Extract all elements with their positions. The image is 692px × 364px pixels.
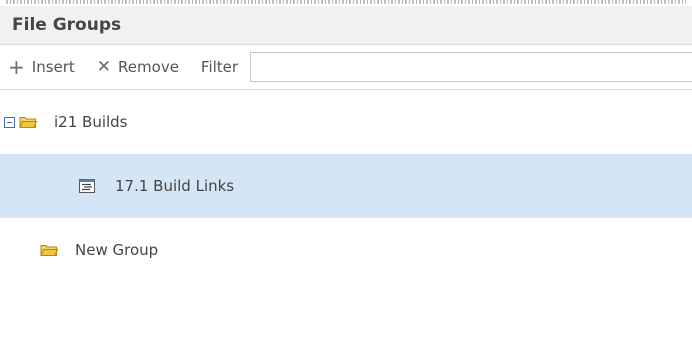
panel-title: File Groups — [0, 6, 692, 45]
insert-button[interactable]: + Insert — [8, 57, 75, 77]
tree-item-i21-builds[interactable]: i21 Builds — [0, 90, 692, 154]
file-groups-panel: File Groups + Insert ✕ Remove Filter i21… — [0, 6, 692, 364]
panel-title-text: File Groups — [12, 15, 122, 35]
tree-item-17-1-build-links[interactable]: 17.1 Build Links — [0, 154, 692, 218]
insert-label: Insert — [31, 58, 75, 76]
toolbar: + Insert ✕ Remove Filter — [0, 45, 692, 90]
filter-label: Filter — [200, 58, 239, 76]
tree-item-new-group[interactable]: New Group — [0, 218, 692, 282]
folder-open-icon — [40, 245, 58, 256]
file-group-tree: i21 Builds 17.1 Build Links New Group — [0, 90, 692, 282]
filter-field-wrap — [250, 52, 692, 82]
plus-icon: + — [8, 55, 25, 79]
filter-input[interactable] — [250, 52, 692, 82]
tree-item-label: New Group — [75, 241, 159, 259]
collapse-icon[interactable] — [4, 116, 15, 128]
remove-label: Remove — [118, 58, 179, 76]
remove-button[interactable]: ✕ Remove — [97, 58, 179, 76]
tree-item-label: i21 Builds — [54, 113, 128, 131]
folder-open-icon — [19, 117, 37, 128]
tree-item-label: 17.1 Build Links — [115, 177, 235, 195]
close-icon: ✕ — [96, 56, 112, 77]
document-list-icon — [79, 179, 95, 193]
